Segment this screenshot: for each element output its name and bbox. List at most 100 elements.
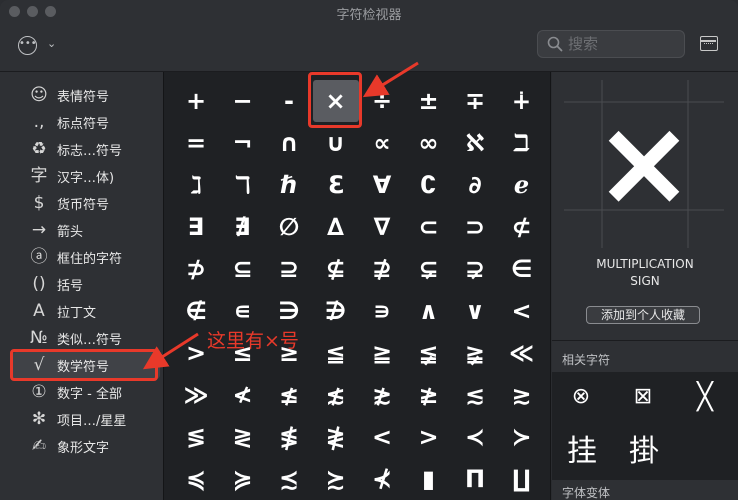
char-cell[interactable]: ≧ [359, 332, 405, 374]
char-cell[interactable]: ℯ [499, 164, 545, 206]
add-to-favorites-button[interactable]: 添加到个人收藏 [586, 306, 700, 324]
sidebar-category-item[interactable]: ♻ 标志…符号 [12, 136, 160, 163]
char-cell[interactable]: Π [452, 458, 498, 500]
char-cell[interactable]: ∨ [452, 290, 498, 332]
char-cell[interactable]: ≿ [313, 458, 359, 500]
char-cell[interactable]: ⊆ [220, 248, 266, 290]
char-cell[interactable]: ∀ [359, 164, 405, 206]
char-cell[interactable]: ℷ [173, 164, 219, 206]
char-cell[interactable]: ⊅ [173, 248, 219, 290]
char-cell[interactable]: ∆ [313, 206, 359, 248]
action-menu-button[interactable]: ••• ⌄ [18, 36, 64, 56]
sidebar-category-item[interactable]: ., 标点符号 [12, 109, 160, 136]
char-cell[interactable]: ∌ [313, 290, 359, 332]
char-cell[interactable]: ⊀ [359, 458, 405, 500]
sidebar-category-item[interactable]: ✍ 象形文字 [12, 433, 160, 460]
char-cell[interactable]: ⊂ [406, 206, 452, 248]
char-cell[interactable]: ≪ [499, 332, 545, 374]
char-cell[interactable]: ≰ [266, 374, 312, 416]
sidebar-category-item[interactable]: ① 数字 - 全部 [12, 379, 160, 406]
char-cell[interactable]: + [173, 80, 219, 122]
char-cell[interactable]: ▮ [406, 458, 452, 500]
char-cell[interactable]: ≵ [359, 374, 405, 416]
char-cell[interactable]: ∃ [173, 206, 219, 248]
sidebar-category-item[interactable]: № 类似…符号 [12, 325, 160, 352]
char-cell[interactable]: ∩ [266, 122, 312, 164]
char-cell[interactable]: ≼ [173, 458, 219, 500]
sidebar-category-item[interactable]: → 箭头 [12, 217, 160, 244]
annotation-text: 这里有×号 [207, 330, 299, 352]
related-cjk-char[interactable]: 挂 [564, 426, 600, 470]
char-cell[interactable]: ℏ [266, 164, 312, 206]
related-char[interactable]: ╳ [690, 382, 720, 412]
char-cell[interactable]: ⊊ [406, 248, 452, 290]
category-icon: № [30, 328, 48, 348]
char-cell[interactable]: ∍ [359, 290, 405, 332]
selected-char-cell[interactable]: × [312, 80, 359, 122]
char-cell[interactable]: < [359, 416, 405, 458]
sidebar-category-item[interactable]: ⓐ 框住的字符 [12, 244, 160, 271]
char-cell[interactable]: ≲ [452, 374, 498, 416]
sidebar-category-item[interactable]: A 拉丁文 [12, 298, 160, 325]
related-char[interactable]: ⊠ [628, 384, 658, 409]
char-cell[interactable]: ⊈ [313, 248, 359, 290]
char-cell[interactable]: ∂ [452, 164, 498, 206]
char-cell[interactable]: ∝ [359, 122, 405, 164]
char-cell[interactable]: ⊋ [452, 248, 498, 290]
sidebar-category-item[interactable]: ☺ 表情符号 [12, 82, 160, 109]
char-cell[interactable]: ℸ [220, 164, 266, 206]
char-cell[interactable]: ⊉ [359, 248, 405, 290]
search-field[interactable] [537, 30, 685, 58]
char-cell[interactable]: < [499, 290, 545, 332]
char-cell[interactable]: ≺ [452, 416, 498, 458]
char-cell[interactable]: ≽ [220, 458, 266, 500]
char-cell[interactable]: ≴ [313, 374, 359, 416]
char-cell[interactable]: ⊄ [499, 206, 545, 248]
char-cell[interactable]: ≸ [266, 416, 312, 458]
char-cell[interactable]: ≮ [220, 374, 266, 416]
char-cell[interactable]: ≶ [173, 416, 219, 458]
char-cell[interactable]: ≾ [266, 458, 312, 500]
char-cell[interactable]: ∔ [499, 80, 545, 122]
char-cell[interactable]: ∄ [220, 206, 266, 248]
char-cell[interactable]: ≳ [499, 374, 545, 416]
char-cell[interactable]: > [406, 416, 452, 458]
char-cell[interactable]: − [220, 80, 266, 122]
char-cell[interactable]: ≻ [499, 416, 545, 458]
char-cell[interactable]: ℶ [499, 122, 545, 164]
char-cell[interactable]: ∅ [266, 206, 312, 248]
sidebar-toggle-icon[interactable] [700, 36, 718, 51]
sidebar-category-item[interactable]: 字汉字…体) [12, 163, 160, 190]
char-cell[interactable]: ∪ [313, 122, 359, 164]
char-cell[interactable]: ≱ [406, 374, 452, 416]
char-cell[interactable]: ∈ [499, 248, 545, 290]
char-cell[interactable]: ÷ [359, 80, 405, 122]
char-cell[interactable]: ≦ [313, 332, 359, 374]
char-cell[interactable]: ℵ [452, 122, 498, 164]
char-cell[interactable]: = [173, 122, 219, 164]
char-cell[interactable]: ∇ [359, 206, 405, 248]
sidebar-category-item[interactable]: ✻ 项目…/星星 [12, 406, 160, 433]
char-cell[interactable]: ≫ [173, 374, 219, 416]
char-cell[interactable]: ∐ [499, 458, 545, 500]
char-cell[interactable]: ¬ [220, 122, 266, 164]
char-cell[interactable]: - [266, 80, 312, 122]
search-input[interactable] [568, 34, 678, 54]
char-cell[interactable]: ∞ [406, 122, 452, 164]
char-cell[interactable]: ≹ [313, 416, 359, 458]
char-cell[interactable]: ≩ [452, 332, 498, 374]
char-cell[interactable]: ⊇ [266, 248, 312, 290]
char-cell[interactable]: ∁ [406, 164, 452, 206]
char-cell[interactable]: ≷ [220, 416, 266, 458]
char-cell[interactable]: ± [406, 80, 452, 122]
sidebar-category-item[interactable]: () 括号 [12, 271, 160, 298]
related-char[interactable]: ⊗ [566, 384, 596, 409]
char-cell[interactable]: ⊃ [452, 206, 498, 248]
char-cell[interactable]: ∓ [452, 80, 498, 122]
char-cell[interactable]: ≨ [406, 332, 452, 374]
char-cell[interactable]: ℇ [313, 164, 359, 206]
char-cell[interactable]: ∧ [406, 290, 452, 332]
divider [552, 340, 738, 341]
sidebar-category-item[interactable]: $ 货币符号 [12, 190, 160, 217]
related-cjk-char[interactable]: 掛 [626, 426, 662, 470]
